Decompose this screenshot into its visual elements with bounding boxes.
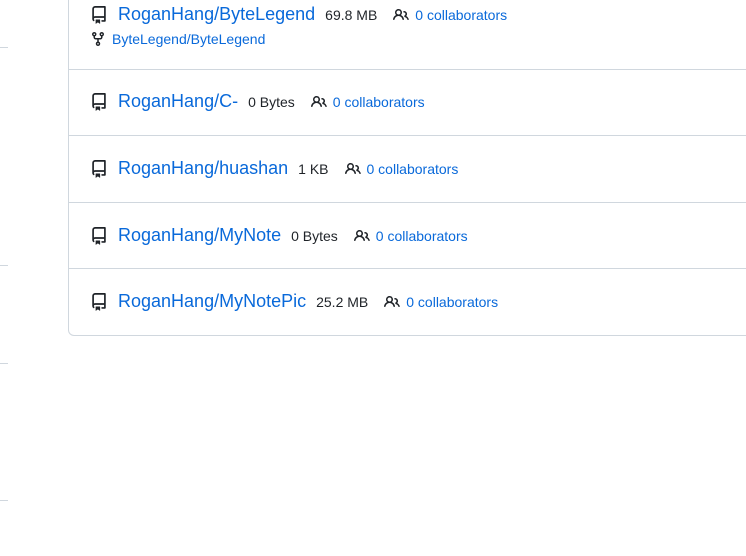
fork-source-link[interactable]: ByteLegend/ByteLegend: [112, 31, 265, 47]
collaborators-link[interactable]: 0 collaborators: [367, 161, 459, 177]
repository-size: 25.2 MB: [316, 293, 369, 310]
left-panel-divider: [0, 47, 8, 48]
repository-name-link[interactable]: RoganHang/huashan: [118, 158, 288, 179]
repo-icon: [92, 226, 106, 245]
repository-size: 69.8 MB: [325, 6, 378, 23]
fork-icon: [92, 32, 104, 47]
repo-icon: [92, 92, 106, 111]
repository-row: RoganHang/C- 0 Bytes 0 collaborators: [69, 70, 746, 136]
repo-icon: [92, 292, 106, 311]
repository-size: 1 KB: [298, 160, 329, 177]
repository-row: RoganHang/ByteLegend 69.8 MB 0 collabora…: [69, 0, 746, 70]
repository-list: RoganHang/ByteLegend 69.8 MB 0 collabora…: [68, 0, 746, 336]
people-icon: [344, 162, 361, 174]
repository-row: RoganHang/MyNote 0 Bytes 0 collaborators: [69, 203, 746, 269]
repository-row: RoganHang/MyNotePic 25.2 MB 0 collaborat…: [69, 269, 746, 335]
people-icon: [384, 295, 401, 307]
repositories-page: RoganHang/ByteLegend 69.8 MB 0 collabora…: [0, 0, 746, 556]
people-icon: [310, 95, 327, 107]
left-panel-divider: [0, 500, 8, 501]
repository-size: 0 Bytes: [248, 93, 295, 110]
repository-row: RoganHang/huashan 1 KB 0 collaborators: [69, 136, 746, 203]
collaborators-link[interactable]: 0 collaborators: [376, 228, 468, 244]
repository-name-link[interactable]: RoganHang/MyNotePic: [118, 291, 306, 312]
repository-name-link[interactable]: RoganHang/C-: [118, 91, 238, 112]
collaborators-link[interactable]: 0 collaborators: [406, 294, 498, 310]
people-icon: [353, 229, 370, 241]
collaborators-link[interactable]: 0 collaborators: [415, 7, 507, 23]
repository-name-link[interactable]: RoganHang/MyNote: [118, 225, 281, 246]
collaborators-link[interactable]: 0 collaborators: [333, 94, 425, 110]
repo-icon: [92, 5, 106, 24]
repository-size: 0 Bytes: [291, 227, 338, 244]
repo-icon: [92, 159, 106, 178]
left-panel-divider: [0, 265, 8, 266]
people-icon: [393, 8, 410, 20]
repository-name-link[interactable]: RoganHang/ByteLegend: [118, 4, 315, 25]
left-panel-divider: [0, 363, 8, 364]
